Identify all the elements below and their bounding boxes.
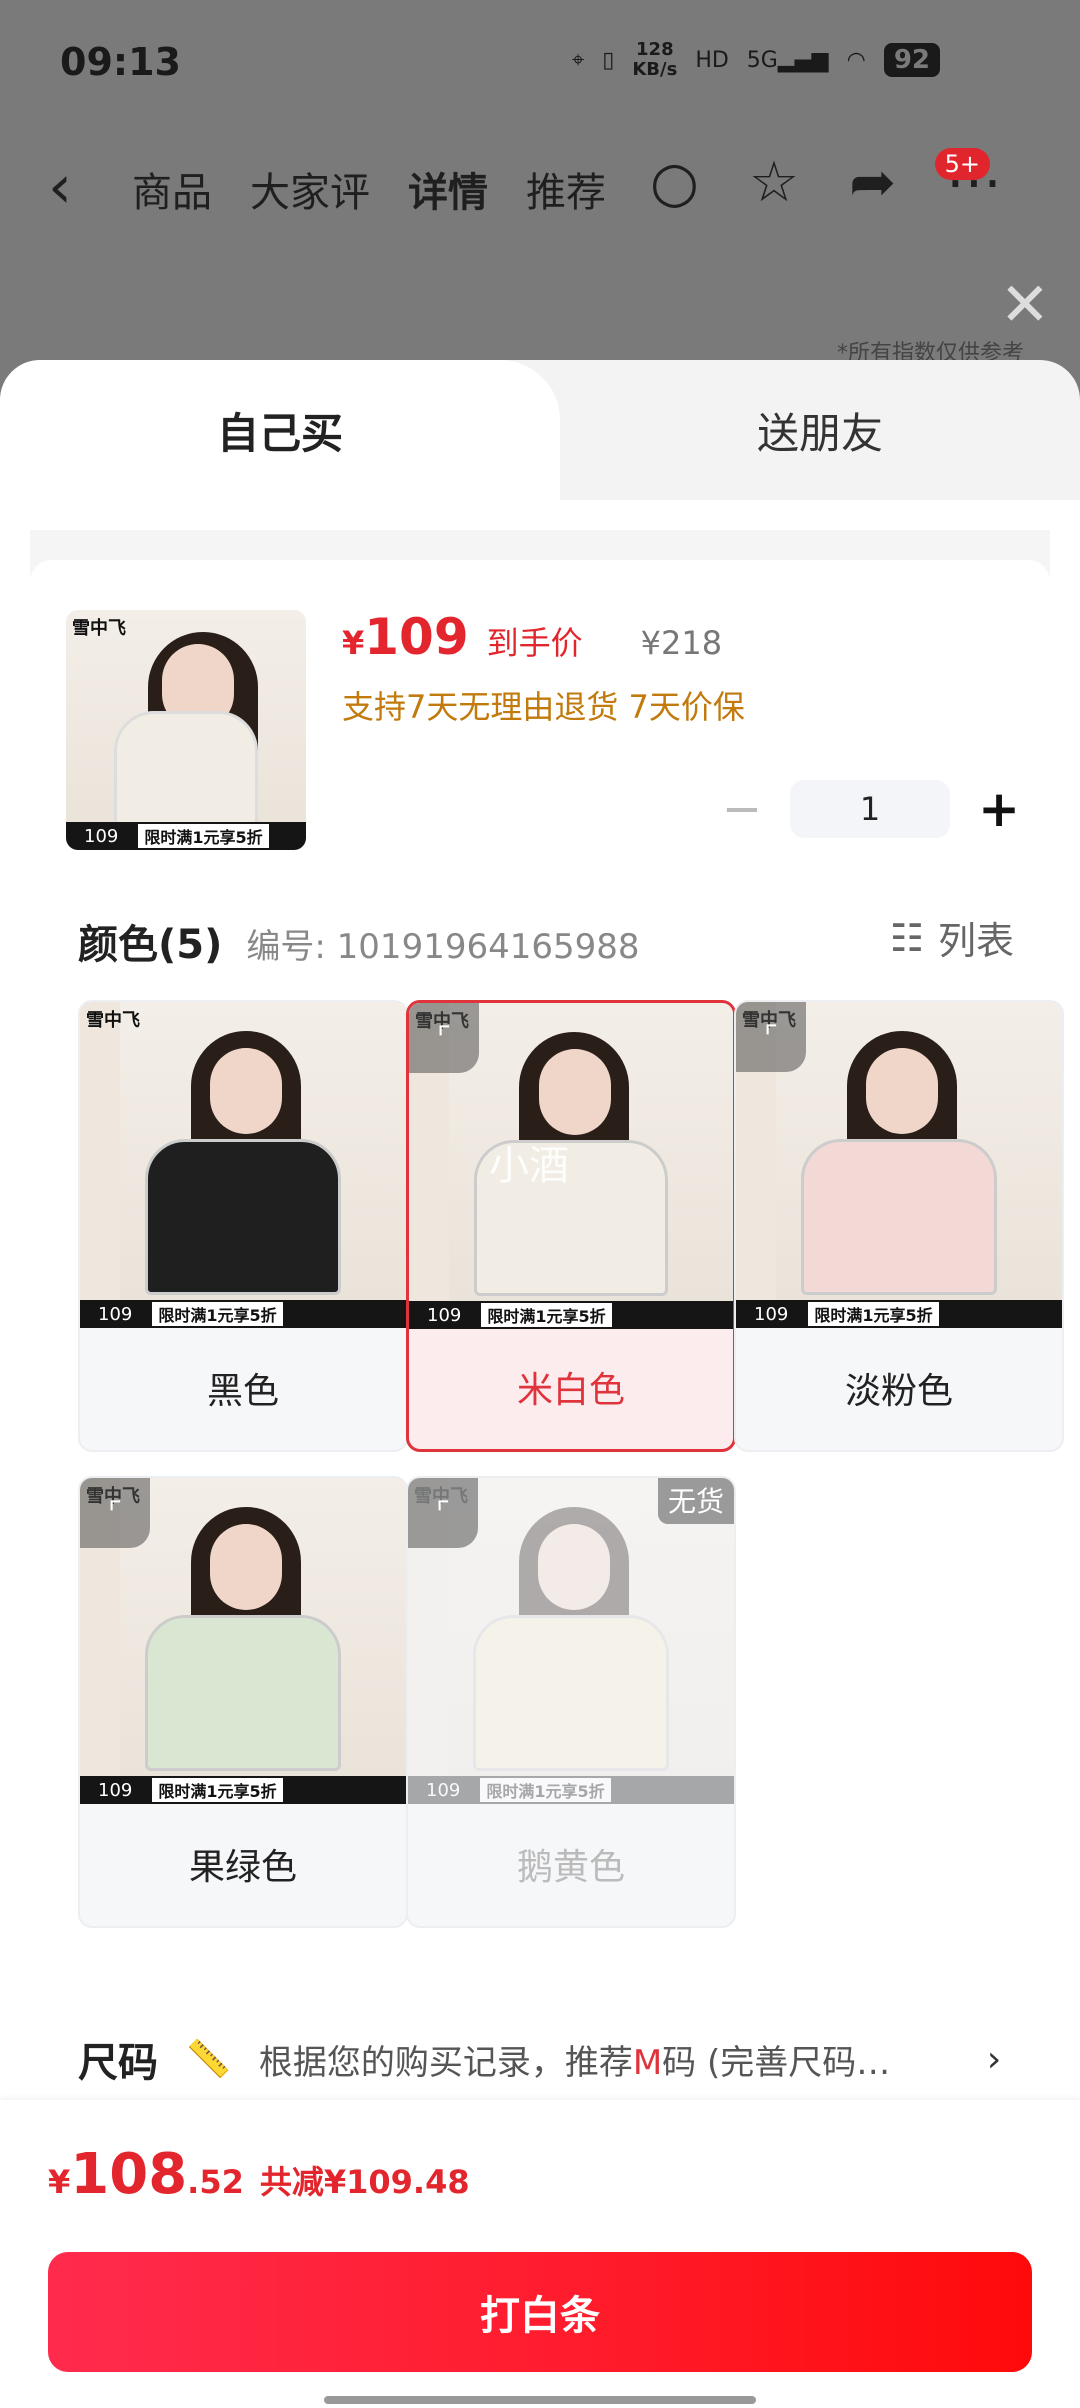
pay-with-baitiao-button[interactable]: 打白条 xyxy=(48,2252,1032,2372)
sku-number: 编号: 10191964165988 xyxy=(246,927,640,967)
message-badge: 5+ xyxy=(934,148,990,180)
color-option-label: 鹅黄色 xyxy=(516,1847,625,1888)
photo-price-bar: 109 限时满1元享5折 xyxy=(736,1300,1062,1328)
back-icon[interactable]: ‹ xyxy=(48,152,72,222)
color-option[interactable]: 雪中飞 109 限时满1元享5折黑色 xyxy=(78,1000,408,1452)
photo-price-bar: 109 限时满1元享5折 xyxy=(80,1776,406,1804)
tab-gift-friend[interactable]: 送朋友 xyxy=(560,360,1080,500)
brand-logo: 雪中飞 xyxy=(72,618,126,639)
original-price: ¥218 xyxy=(640,624,723,662)
total-discount: 共减¥109.48 xyxy=(259,2163,470,2201)
more-icon[interactable]: ⋯ 5+ xyxy=(934,148,1002,215)
color-option-label: 果绿色 xyxy=(188,1847,297,1888)
total-price: ¥ 108 .52 共减¥109.48 xyxy=(48,2142,470,2207)
color-option-label: 淡粉色 xyxy=(844,1371,953,1412)
color-option-image: 雪中飞 109限时满1元享5折 xyxy=(80,1002,406,1328)
list-view-button[interactable]: ☷ 列表 xyxy=(890,910,1014,965)
expand-icon[interactable]: ⌜ xyxy=(80,1478,150,1548)
color-option[interactable]: 雪中飞109限时满1元享5折⌜无货鹅黄色 xyxy=(406,1476,736,1928)
wifi-icon: ◠ xyxy=(846,47,866,73)
color-option[interactable]: 雪中飞109限时满1元享5折⌜果绿色 xyxy=(78,1476,408,1928)
product-thumbnail: 雪中飞 109 限时满1元享5折 xyxy=(66,610,306,850)
battery-icon: 92 xyxy=(883,43,940,77)
sheet-tabs: 自己买 送朋友 xyxy=(0,360,1080,500)
home-indicator xyxy=(324,2396,756,2404)
sku-card: 雪中飞 109 限时满1元享5折 ¥109 到手价 ¥218 支持7天无理由退货 … xyxy=(30,560,1064,2160)
increase-button[interactable]: + xyxy=(978,780,1020,838)
color-option[interactable]: 雪中飞109限时满1元享5折⌜淡粉色 xyxy=(734,1000,1064,1452)
photo-price-bar: 109 限时满1元享5折 xyxy=(66,822,306,850)
color-option-label: 米白色 xyxy=(516,1370,625,1411)
vibrate-icon: ▯ xyxy=(602,47,615,73)
final-price-label: 到手价 xyxy=(486,624,583,662)
tab-recommend[interactable]: 推荐 xyxy=(526,160,606,218)
size-recommendation: 根据您的购买记录，推荐M码 (完善尺码… xyxy=(258,2042,891,2083)
watermark-text: 小酒 xyxy=(489,1143,569,1189)
clock: 09:13 xyxy=(60,40,181,84)
signal-icon: 5G▂▄▆ xyxy=(746,47,829,73)
tab-details[interactable]: 详情 xyxy=(408,160,488,218)
photo-jacket xyxy=(114,710,258,826)
net-speed: 128 KB/s xyxy=(632,39,678,80)
color-option-label: 黑色 xyxy=(206,1371,279,1412)
service-policy: 支持7天无理由退货 7天价保 xyxy=(342,688,745,726)
brand-logo: 雪中飞 xyxy=(86,1010,140,1031)
product-nav-bar: ‹ 商品 大家评 详情 推荐 ○ ☆ ➦ ⋯ 5+ xyxy=(0,140,1080,230)
location-icon: ⌖ xyxy=(571,47,585,73)
expand-icon[interactable]: ⌜ xyxy=(408,1478,478,1548)
share-icon[interactable]: ➦ xyxy=(849,150,896,215)
color-title: 颜色(5) xyxy=(78,922,223,968)
expand-icon[interactable]: ⌜ xyxy=(409,1003,479,1073)
price-row: ¥109 到手价 ¥218 xyxy=(342,608,722,666)
size-title: 尺码 xyxy=(78,2040,158,2086)
sheet-inner: 雪中飞 109 限时满1元享5折 ¥109 到手价 ¥218 支持7天无理由退货 … xyxy=(30,530,1064,2160)
expand-icon[interactable]: ⌜ xyxy=(736,1002,806,1072)
ruler-icon: 📏 xyxy=(186,2039,231,2080)
sold-out-badge: 无货 xyxy=(657,1478,734,1524)
quantity-stepper: − 1 + xyxy=(722,780,1020,838)
tab-reviews[interactable]: 大家评 xyxy=(250,160,370,218)
photo-price-bar: 109 限时满1元享5折 xyxy=(408,1776,734,1804)
final-price: ¥109 xyxy=(342,608,469,666)
chevron-right-icon: › xyxy=(986,2038,1002,2080)
color-option[interactable]: 雪中飞109限时满1元享5折⌜小酒米白色 xyxy=(406,1000,736,1452)
nav-icons: ○ ☆ ➦ ⋯ 5+ xyxy=(650,148,1002,215)
status-bar: 09:13 ⌖ ▯ 128 KB/s HD 5G▂▄▆ ◠ 92 xyxy=(0,0,1080,120)
quantity-input[interactable]: 1 xyxy=(790,780,951,838)
search-icon[interactable]: ○ xyxy=(650,150,699,215)
photo-price-bar: 109 限时满1元享5折 xyxy=(80,1300,406,1328)
hd-icon: HD xyxy=(695,47,729,73)
close-icon[interactable]: ✕ xyxy=(1000,270,1050,340)
product-photo: 雪中飞 109 限时满1元享5折 xyxy=(66,610,306,850)
status-icons: ⌖ ▯ 128 KB/s HD 5G▂▄▆ ◠ 92 xyxy=(572,40,940,80)
nav-tabs: 商品 大家评 详情 推荐 xyxy=(132,160,606,218)
star-icon[interactable]: ☆ xyxy=(749,150,799,215)
list-icon: ☷ xyxy=(889,915,924,960)
tab-product[interactable]: 商品 xyxy=(132,160,212,218)
tab-buy-self[interactable]: 自己买 xyxy=(0,360,560,500)
size-header[interactable]: 尺码 📏 根据您的购买记录，推荐M码 (完善尺码… › xyxy=(78,2030,1028,2088)
decrease-button[interactable]: − xyxy=(722,781,762,837)
color-header: 颜色(5) 编号: 10191964165988 xyxy=(78,912,640,970)
